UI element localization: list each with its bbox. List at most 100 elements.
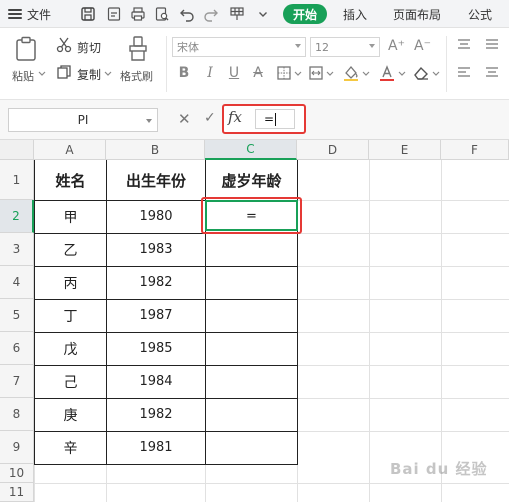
cell-b1[interactable]: 出生年份 <box>107 160 205 200</box>
gridline <box>297 431 509 432</box>
redo-icon[interactable] <box>201 4 221 24</box>
cancel-formula-icon[interactable]: ✕ <box>178 110 191 128</box>
font-name-select[interactable]: 宋体 <box>172 37 306 57</box>
cell-a8[interactable]: 庚 <box>35 398 106 431</box>
cell-a9[interactable]: 辛 <box>35 431 106 464</box>
save-icon[interactable] <box>78 4 98 24</box>
row-header-2[interactable]: 2 <box>0 200 34 233</box>
tab-page-layout[interactable]: 页面布局 <box>393 6 441 23</box>
tab-formulas[interactable]: 公式 <box>468 6 492 23</box>
cell-a5[interactable]: 丁 <box>35 299 106 332</box>
copy-icon[interactable] <box>56 64 72 80</box>
cell-b9[interactable]: 1981 <box>107 431 205 464</box>
font-color-dropdown-icon[interactable] <box>398 71 406 77</box>
confirm-formula-icon[interactable]: ✓ <box>204 110 216 126</box>
column-header-d[interactable]: D <box>297 140 369 160</box>
column-header-e[interactable]: E <box>369 140 441 160</box>
underline-button[interactable]: U <box>226 64 242 82</box>
eraser-icon[interactable] <box>412 65 430 81</box>
name-box[interactable]: PI <box>8 108 158 132</box>
column-header-f[interactable]: F <box>441 140 509 160</box>
cell-a6[interactable]: 戊 <box>35 332 106 365</box>
format-painter-button[interactable]: 格式刷 <box>120 68 153 84</box>
column-header-c[interactable]: C <box>205 140 297 160</box>
print-icon[interactable] <box>128 4 148 24</box>
cut-button[interactable]: 剪切 <box>77 39 101 56</box>
row-header-8[interactable]: 8 <box>0 398 34 431</box>
row-header-4[interactable]: 4 <box>0 266 34 299</box>
gridline <box>297 233 509 234</box>
tab-insert[interactable]: 插入 <box>343 6 367 23</box>
align-top-icon[interactable] <box>456 38 472 52</box>
cell-a2[interactable]: 甲 <box>35 200 106 233</box>
font-color-icon[interactable] <box>378 64 396 82</box>
align-center-icon[interactable] <box>484 66 500 80</box>
cell-a3[interactable]: 乙 <box>35 233 106 266</box>
file-menu-button[interactable]: 文件 <box>8 3 51 25</box>
strikethrough-button[interactable]: A <box>250 64 266 82</box>
tab-home[interactable]: 开始 <box>283 4 327 24</box>
copy-button[interactable]: 复制 <box>77 66 101 83</box>
fill-color-icon[interactable] <box>342 64 360 82</box>
eraser-dropdown-icon[interactable] <box>432 71 440 77</box>
row-header-3[interactable]: 3 <box>0 233 34 266</box>
row-header-9[interactable]: 9 <box>0 431 34 464</box>
undo-icon[interactable] <box>177 4 197 24</box>
select-all-corner[interactable] <box>0 140 34 160</box>
format-painter-small-icon[interactable] <box>227 4 247 24</box>
cell-b3[interactable]: 1983 <box>107 233 205 266</box>
grow-font-button[interactable]: A⁺ <box>388 38 405 54</box>
cell-b7[interactable]: 1984 <box>107 365 205 398</box>
align-middle-icon[interactable] <box>484 38 500 52</box>
row-header-10[interactable]: 10 <box>0 464 34 483</box>
shrink-font-button[interactable]: A⁻ <box>414 38 431 54</box>
cell-a4[interactable]: 丙 <box>35 266 106 299</box>
row-header-1[interactable]: 1 <box>0 160 34 200</box>
cell-b2[interactable]: 1980 <box>107 200 205 233</box>
cell-c5[interactable] <box>206 299 297 332</box>
cell-b6[interactable]: 1985 <box>107 332 205 365</box>
paste-dropdown-icon[interactable] <box>38 71 46 77</box>
cell-c4[interactable] <box>206 266 297 299</box>
bold-button[interactable]: B <box>176 64 192 82</box>
row-header-7[interactable]: 7 <box>0 365 34 398</box>
format-painter-icon[interactable] <box>127 36 149 62</box>
column-header-a[interactable]: A <box>34 140 106 160</box>
cell-c7[interactable] <box>206 365 297 398</box>
text-caret <box>275 112 277 126</box>
cell-b5[interactable]: 1987 <box>107 299 205 332</box>
border-icon[interactable] <box>276 65 292 81</box>
fill-color-dropdown-icon[interactable] <box>362 71 370 77</box>
cell-c3[interactable] <box>206 233 297 266</box>
column-header-b[interactable]: B <box>106 140 205 160</box>
name-box-dropdown-icon[interactable] <box>146 119 152 123</box>
cell-c6[interactable] <box>206 332 297 365</box>
cell-b4[interactable]: 1982 <box>107 266 205 299</box>
cell-c8[interactable] <box>206 398 297 431</box>
cell-c9[interactable] <box>206 431 297 464</box>
insert-function-icon[interactable]: fx <box>228 108 242 126</box>
row-header-11[interactable]: 11 <box>0 483 34 502</box>
merge-cells-icon[interactable] <box>308 65 324 81</box>
paste-label[interactable]: 粘贴 <box>12 68 34 84</box>
border-dropdown-icon[interactable] <box>294 71 302 77</box>
cell-a7[interactable]: 己 <box>35 365 106 398</box>
merge-dropdown-icon[interactable] <box>326 71 334 77</box>
hamburger-menu-icon <box>8 9 22 19</box>
print-preview-icon[interactable] <box>152 4 172 24</box>
formula-input[interactable]: = <box>255 109 295 129</box>
align-left-icon[interactable] <box>456 66 472 80</box>
font-size-select[interactable]: 12 <box>310 37 380 57</box>
cell-a1[interactable]: 姓名 <box>35 160 106 200</box>
more-dropdown-icon[interactable] <box>253 4 273 24</box>
row-header-6[interactable]: 6 <box>0 332 34 365</box>
export-icon[interactable] <box>104 4 124 24</box>
copy-dropdown-icon[interactable] <box>104 71 112 77</box>
scissors-icon[interactable] <box>56 37 72 53</box>
cell-c1[interactable]: 虚岁年龄 <box>206 160 297 200</box>
font-name-value: 宋体 <box>177 41 199 54</box>
paste-icon[interactable] <box>14 36 38 62</box>
italic-button[interactable]: I <box>202 64 218 82</box>
row-header-5[interactable]: 5 <box>0 299 34 332</box>
cell-b8[interactable]: 1982 <box>107 398 205 431</box>
